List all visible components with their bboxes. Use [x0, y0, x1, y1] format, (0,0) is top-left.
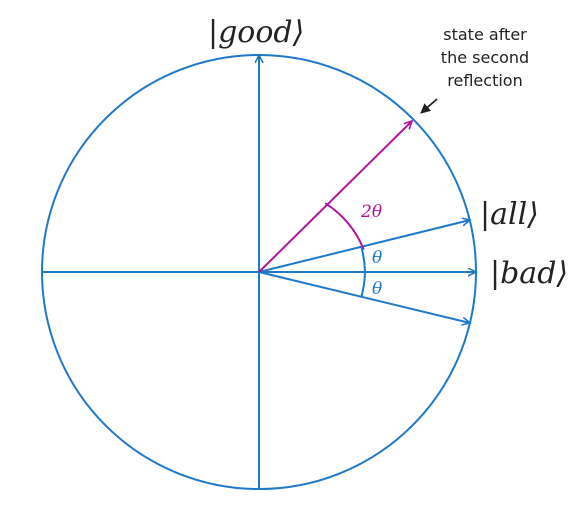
theta-arc-lower	[360, 271, 366, 297]
two-theta-label: 2θ	[360, 202, 382, 222]
all-label: |all⟩	[480, 197, 539, 232]
annotation-line-2: the second	[441, 48, 529, 67]
diagram-canvas: |good⟩ |all⟩ |bad⟩ 2θ θ θ state after th…	[0, 0, 588, 507]
theta-label-upper: θ	[372, 248, 382, 268]
annotation-arrow	[420, 98, 438, 114]
annotation-line-1: state after	[443, 25, 527, 44]
bad-label: |bad⟩	[490, 256, 568, 291]
second-reflection-vector	[258, 121, 412, 273]
good-label: |good⟩	[208, 15, 304, 50]
theta-arc-upper	[360, 247, 366, 273]
two-theta-arc	[324, 202, 365, 250]
annotation-line-3: reflection	[447, 71, 522, 90]
grover-rotation-diagram: |good⟩ |all⟩ |bad⟩ 2θ θ θ state after th…	[41, 15, 568, 490]
theta-label-lower: θ	[372, 279, 382, 299]
